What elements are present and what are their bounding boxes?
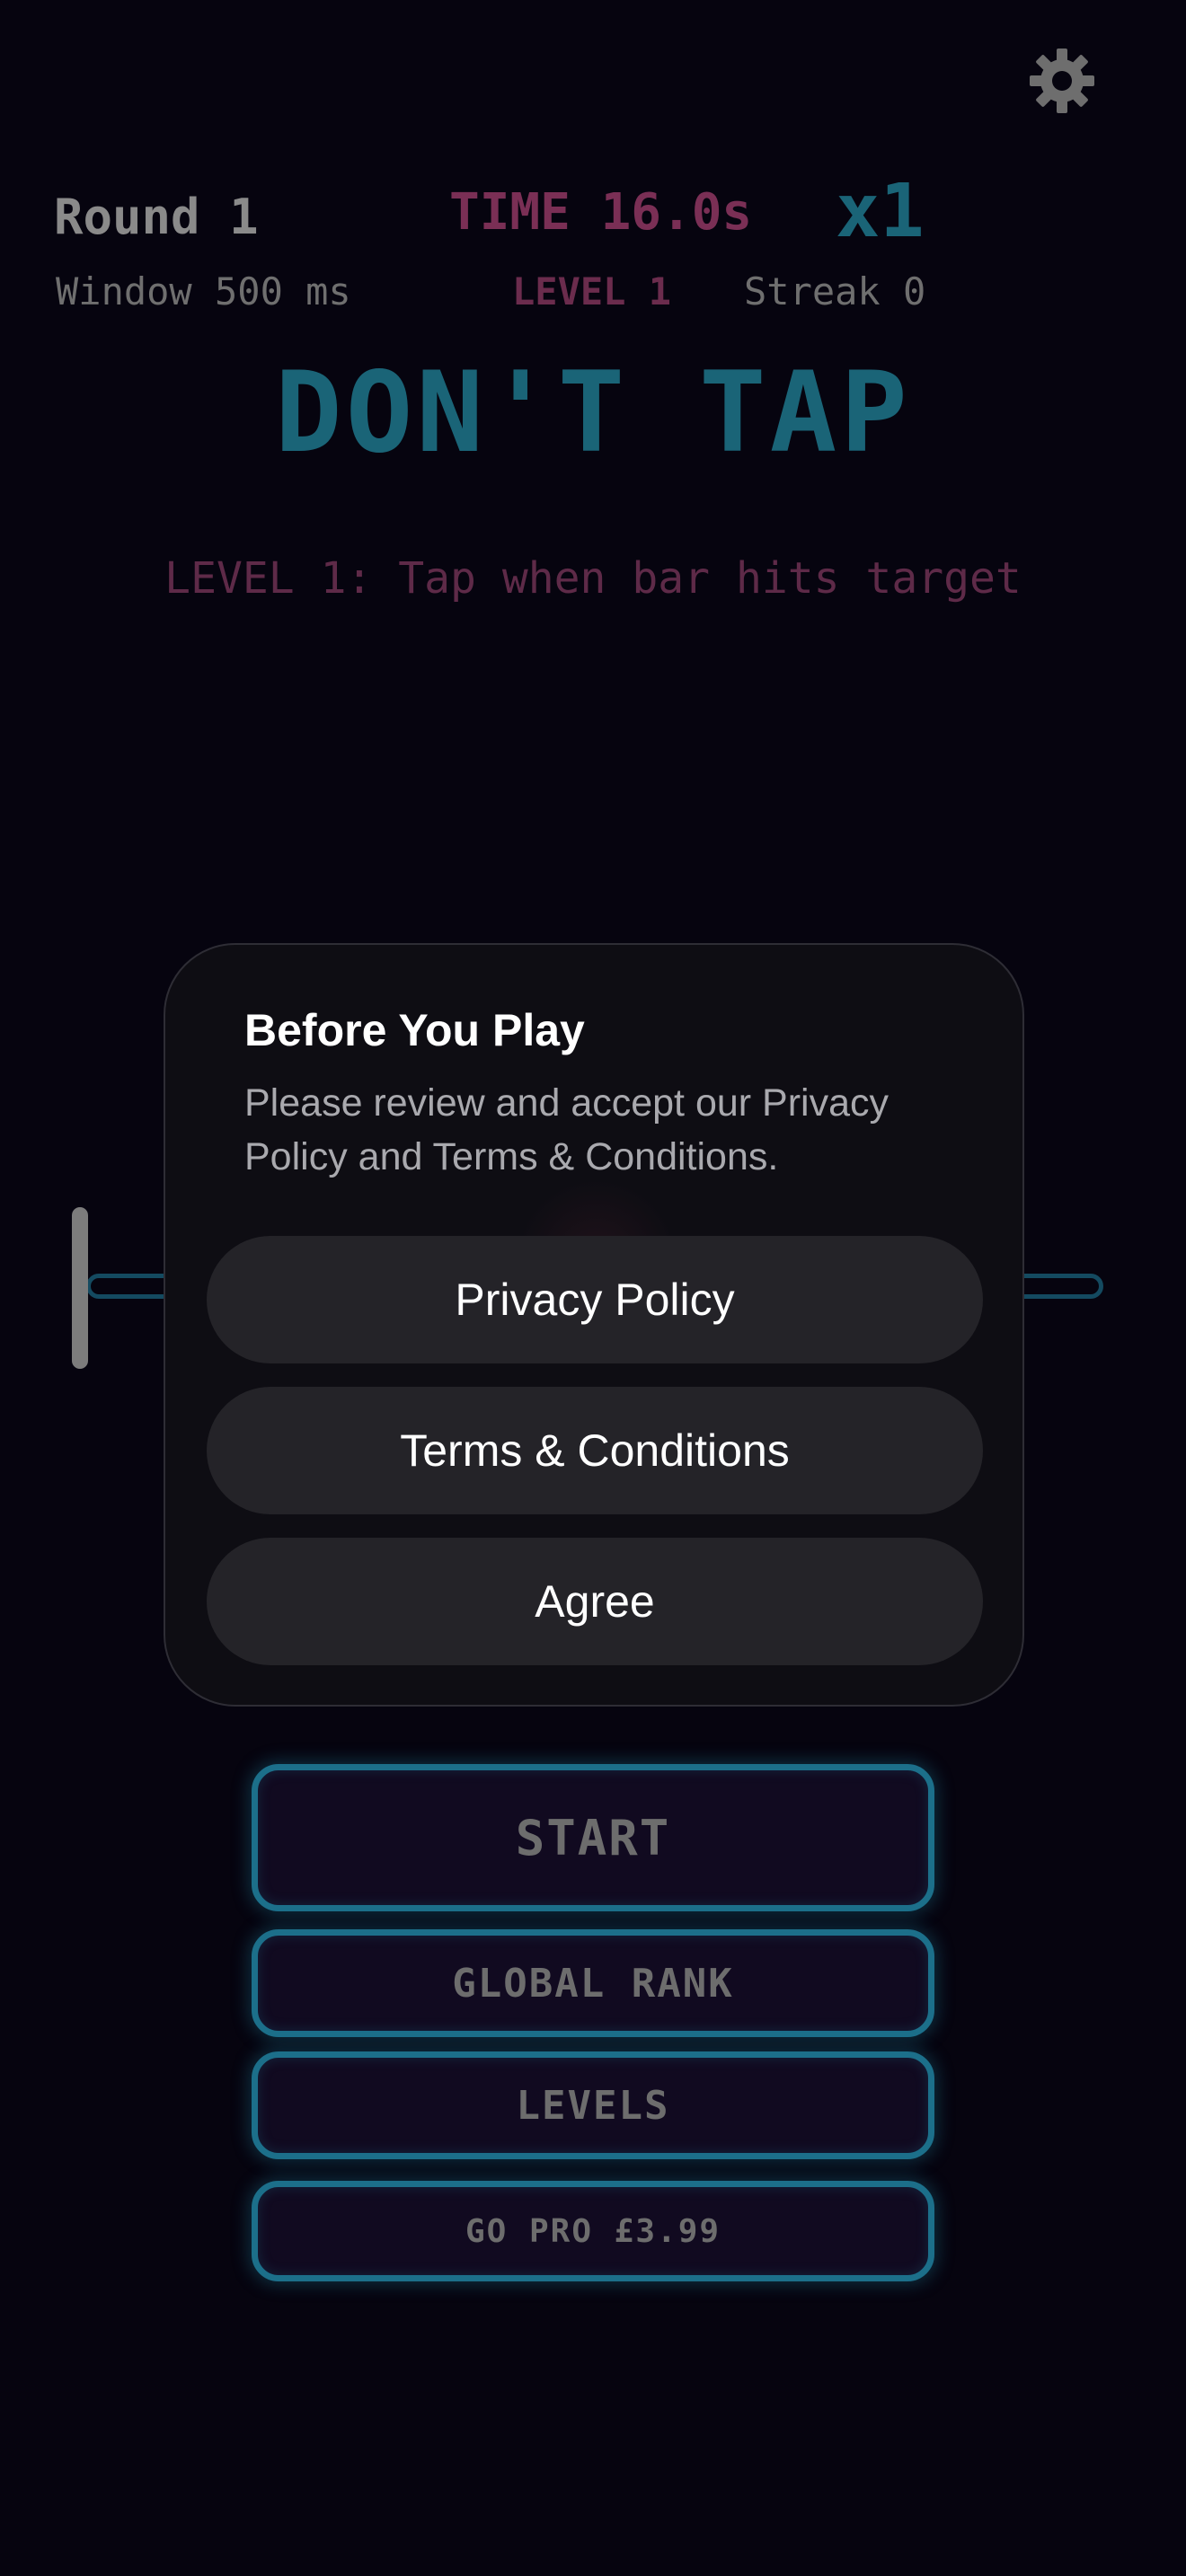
dialog-title: Before You Play [244, 1005, 585, 1055]
game-title: DON'T TAP [275, 348, 911, 478]
level-label: LEVEL 1 [512, 269, 672, 313]
consent-dialog: Before You Play Please review and accept… [164, 943, 1024, 1707]
gear-icon[interactable] [1028, 47, 1096, 115]
levels-button[interactable]: LEVELS [252, 2051, 934, 2159]
round-label: Round 1 [54, 189, 259, 245]
multiplier-badge: x1 [836, 169, 925, 254]
terms-conditions-button[interactable]: Terms & Conditions [207, 1387, 983, 1514]
window-label: Window 500 ms [56, 269, 351, 313]
time-readout: TIME 16.0s [449, 183, 753, 242]
start-button[interactable]: START [252, 1764, 934, 1911]
go-pro-button[interactable]: GO PRO £3.99 [252, 2181, 934, 2281]
instruction-text: LEVEL 1: Tap when bar hits target [164, 553, 1022, 604]
privacy-policy-button[interactable]: Privacy Policy [207, 1236, 983, 1363]
timing-marker [72, 1207, 88, 1369]
game-screen: Round 1 Window 500 ms TIME 16.0s x1 LEVE… [0, 0, 1186, 2576]
streak-label: Streak 0 [744, 269, 926, 313]
agree-button[interactable]: Agree [207, 1538, 983, 1665]
global-rank-button[interactable]: GLOBAL RANK [252, 1929, 934, 2037]
dialog-message: Please review and accept our Privacy Pol… [244, 1081, 890, 1178]
